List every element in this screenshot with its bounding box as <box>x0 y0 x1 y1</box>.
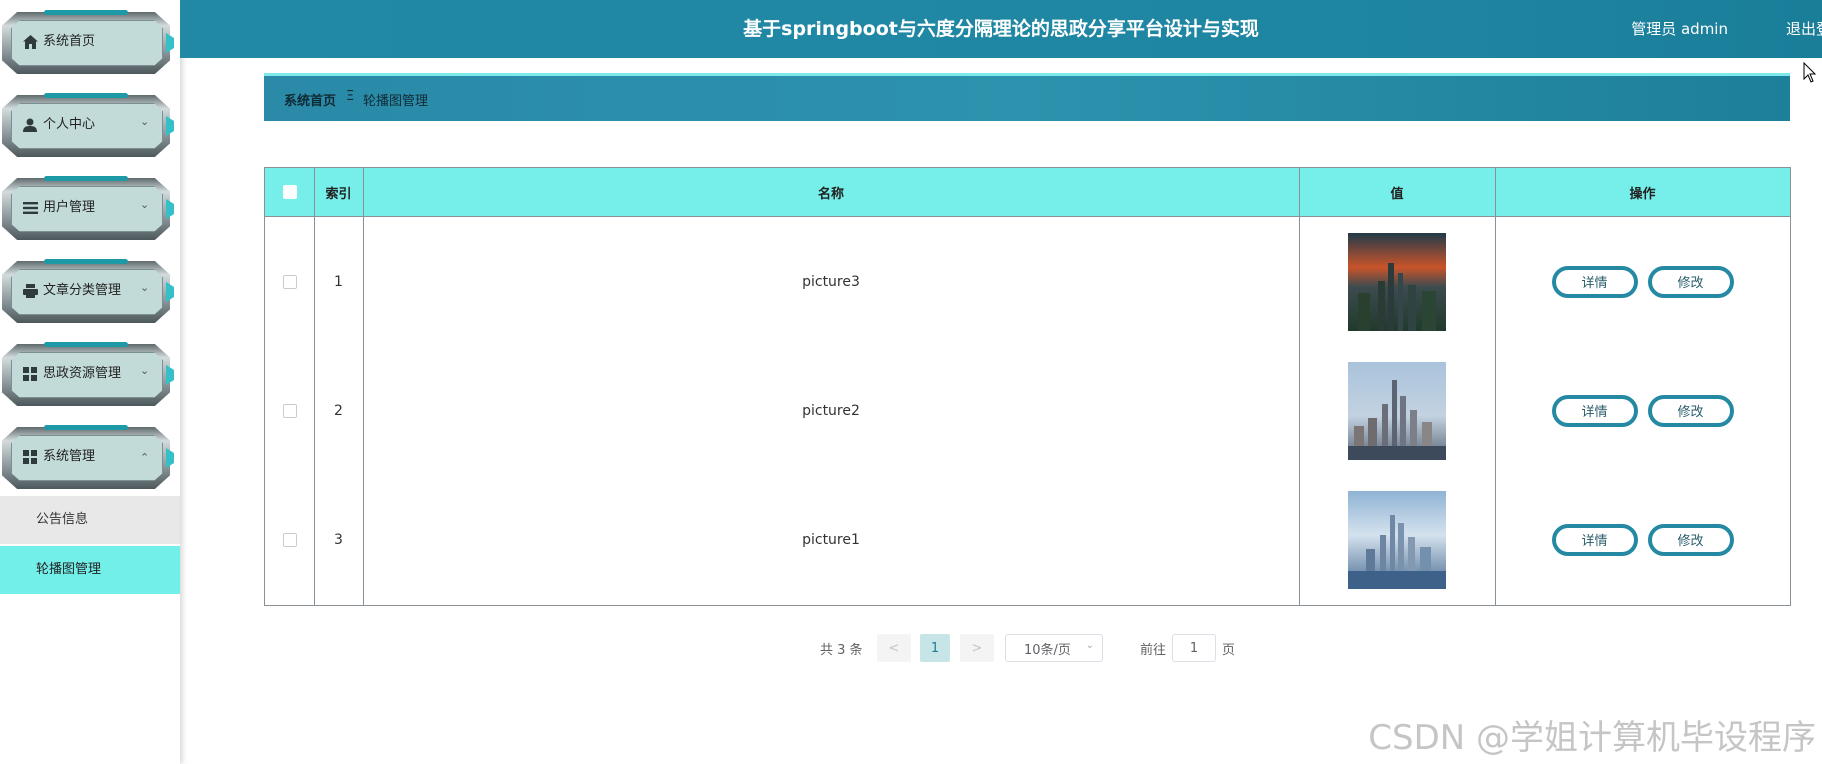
sidebar-item-home[interactable]: 系统首页 <box>0 10 174 76</box>
next-page-button[interactable]: > <box>960 634 994 662</box>
grid-icon <box>22 449 38 465</box>
carousel-thumbnail-image[interactable] <box>1348 490 1446 589</box>
column-divider <box>1299 168 1300 605</box>
edit-button[interactable]: 修改 <box>1647 265 1734 298</box>
chevron-down-icon: ⌄ <box>140 115 150 128</box>
row-index: 2 <box>334 402 343 419</box>
pagination-total: 共 3 条 <box>820 642 863 658</box>
sidebar-item-users[interactable]: 用户管理 ⌄ <box>0 176 174 242</box>
carousel-table: 索引 名称 值 操作 1 picture3 详情 修改 2 picture2 详… <box>264 167 1791 606</box>
prev-page-button[interactable]: < <box>877 634 911 662</box>
sidebar: 系统首页 个人中心 ⌄ 用户管理 ⌄ 文章分类管理 ⌄ 思政资源管理 ⌄ 系统管… <box>0 0 180 764</box>
column-divider <box>314 168 315 605</box>
sidebar-item-article-category[interactable]: 文章分类管理 ⌄ <box>0 259 174 325</box>
goto-suffix: 页 <box>1222 642 1236 658</box>
row-index: 3 <box>334 531 343 548</box>
list-icon <box>22 200 38 216</box>
column-header-name: 名称 <box>817 186 844 202</box>
user-icon <box>22 117 38 133</box>
column-divider <box>1495 168 1496 605</box>
row-image-cell <box>1299 346 1495 475</box>
sidebar-item-resources[interactable]: 思政资源管理 ⌄ <box>0 342 174 408</box>
home-icon <box>22 34 38 50</box>
chevron-down-icon: ⌄ <box>140 281 150 294</box>
mouse-cursor-icon <box>1803 62 1817 83</box>
sidebar-item-label: 文章分类管理 <box>43 283 122 298</box>
grid-icon <box>22 366 38 382</box>
breadcrumb: 系统首页 Ξ 轮播图管理 <box>264 73 1790 121</box>
goto-page-input[interactable]: 1 <box>1172 634 1217 662</box>
breadcrumb-separator-icon: Ξ <box>346 89 355 104</box>
chevron-up-icon: ⌃ <box>140 451 150 464</box>
row-checkbox[interactable] <box>282 403 297 418</box>
page-size-select[interactable]: 10条/页 ⌄ <box>1005 634 1103 662</box>
row-actions: 详情 修改 <box>1495 217 1790 346</box>
carousel-thumbnail-image[interactable] <box>1348 232 1446 331</box>
row-name: picture2 <box>802 402 860 419</box>
column-header-value: 值 <box>1390 186 1404 202</box>
sidebar-item-profile[interactable]: 个人中心 ⌄ <box>0 93 174 159</box>
row-index: 1 <box>334 273 343 290</box>
column-divider <box>363 168 364 605</box>
table-header-row: 索引 名称 值 操作 <box>265 168 1790 217</box>
column-header-actions: 操作 <box>1629 186 1656 202</box>
table-row: 3 picture1 详情 修改 <box>265 475 1790 604</box>
row-image-cell <box>1299 217 1495 346</box>
detail-button[interactable]: 详情 <box>1551 523 1638 556</box>
row-image-cell <box>1299 475 1495 604</box>
breadcrumb-current: 轮播图管理 <box>363 94 429 109</box>
row-actions: 详情 修改 <box>1495 346 1790 475</box>
column-header-index: 索引 <box>325 186 352 202</box>
logout-link[interactable]: 退出登录 <box>1786 0 1822 58</box>
detail-button[interactable]: 详情 <box>1551 265 1638 298</box>
row-select-cell <box>265 217 314 346</box>
sidebar-item-label: 系统管理 <box>43 449 96 464</box>
goto-prefix: 前往 <box>1140 642 1167 658</box>
edit-button[interactable]: 修改 <box>1647 394 1734 427</box>
top-header: 基于springboot与六度分隔理论的思政分享平台设计与实现 管理员 admi… <box>180 0 1822 58</box>
chevron-down-icon: ⌄ <box>140 198 150 211</box>
watermark: CSDN @学姐计算机毕设程序 <box>1368 718 1816 758</box>
sidebar-item-label: 用户管理 <box>43 200 96 215</box>
sidebar-subitem-notice[interactable]: 公告信息 <box>0 496 180 544</box>
sidebar-item-label: 个人中心 <box>43 117 96 132</box>
sidebar-item-label: 系统首页 <box>43 34 96 49</box>
edit-button[interactable]: 修改 <box>1647 523 1734 556</box>
chevron-down-icon: ⌄ <box>1085 640 1094 651</box>
table-row: 1 picture3 详情 修改 <box>265 217 1790 347</box>
chevron-down-icon: ⌄ <box>140 364 150 377</box>
sidebar-item-label: 思政资源管理 <box>43 366 122 381</box>
sidebar-item-system[interactable]: 系统管理 ⌃ <box>0 425 174 491</box>
breadcrumb-home[interactable]: 系统首页 <box>284 90 336 109</box>
sidebar-subitem-carousel[interactable]: 轮播图管理 <box>0 546 180 594</box>
page-number-1[interactable]: 1 <box>920 634 950 662</box>
page-title: 基于springboot与六度分隔理论的思政分享平台设计与实现 <box>743 18 1259 40</box>
select-all-checkbox[interactable] <box>282 185 297 199</box>
row-select-cell <box>265 346 314 475</box>
row-name: picture3 <box>802 273 860 290</box>
page-jumper: 前往 1 页 <box>1140 634 1235 662</box>
row-checkbox[interactable] <box>282 274 297 289</box>
current-user: 管理员 admin <box>1631 20 1728 38</box>
printer-icon <box>22 283 38 299</box>
detail-button[interactable]: 详情 <box>1551 394 1638 427</box>
carousel-thumbnail-image[interactable] <box>1348 361 1446 460</box>
select-all-cell <box>265 168 314 216</box>
row-checkbox[interactable] <box>282 532 297 547</box>
row-actions: 详情 修改 <box>1495 475 1790 604</box>
page-size-value: 10条/页 <box>1024 642 1071 658</box>
row-name: picture1 <box>802 531 860 548</box>
row-select-cell <box>265 475 314 604</box>
table-row: 2 picture2 详情 修改 <box>265 346 1790 476</box>
